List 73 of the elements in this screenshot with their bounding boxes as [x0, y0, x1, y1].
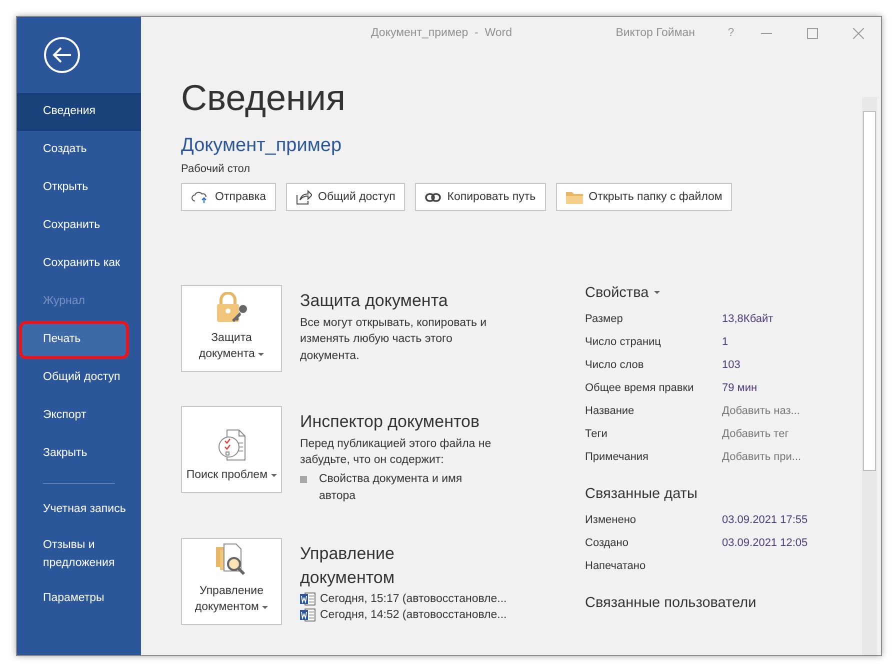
section-description: Все могут открывать, копировать и изменять любую часть этого документа.	[300, 316, 488, 364]
section-heading: Инспектор документов	[300, 411, 481, 433]
sidebar-item[interactable]: Параметры	[17, 581, 141, 618]
property-label: Примечания	[585, 450, 650, 462]
caret-icon	[270, 474, 277, 478]
sidebar-item[interactable]: Печать	[19, 321, 129, 359]
minimize-icon[interactable]	[760, 32, 772, 34]
document-location: Рабочий стол	[181, 163, 252, 175]
caret-icon	[262, 606, 268, 610]
date-label: Создано	[585, 536, 630, 548]
word-file-icon	[300, 592, 316, 606]
word-file-icon	[300, 608, 316, 622]
property-label: Общее время правки	[585, 382, 695, 394]
sidebar-item[interactable]: Учетная запись	[17, 492, 141, 528]
people-heading: Связанные пользователи	[585, 595, 756, 611]
property-label: Название	[585, 404, 636, 416]
sidebar-item[interactable]: Общий доступ	[17, 359, 141, 397]
bullet-icon	[300, 476, 307, 484]
section-description: Перед публикацией этого файла не забудьте, что он содержит:	[300, 436, 492, 468]
property-label: Теги	[585, 428, 608, 440]
property-value: 103	[722, 358, 742, 370]
share-icon	[296, 190, 312, 204]
property-value[interactable]: Добавить наз...	[722, 404, 857, 416]
sidebar-item[interactable]: Сохранить	[17, 207, 141, 245]
back-icon[interactable]	[43, 36, 81, 74]
date-value: 03.09.2021 17:55	[722, 514, 809, 526]
section-heading: Управление документом	[300, 543, 396, 590]
folder-icon	[566, 190, 583, 204]
sidebar-item[interactable]: Открыть	[17, 169, 141, 207]
sidebar-item[interactable]: Сведения	[17, 93, 141, 131]
sidebar-item[interactable]: Экспорт	[17, 397, 141, 435]
sidebar-item[interactable]: Создать	[17, 131, 141, 169]
property-value[interactable]: Добавить тег	[722, 428, 857, 440]
action-button[interactable]: Открыть папку с файлом	[556, 183, 732, 211]
caret-icon	[654, 291, 660, 295]
section-heading: Защита документа	[300, 290, 449, 312]
tile-button[interactable]: Поиск проблем	[181, 406, 282, 493]
date-label: Напечатано	[585, 560, 647, 572]
document-name: Документ_пример	[181, 135, 343, 157]
bullet-text: Свойства документа и имя автора	[319, 472, 464, 504]
sidebar-item[interactable]: Отзывы и предложения	[17, 528, 141, 582]
scrollbar[interactable]	[862, 97, 877, 655]
lock-key-icon	[214, 292, 248, 324]
page-title: Сведения	[181, 77, 346, 119]
tile-button[interactable]: Управление документом	[181, 538, 282, 626]
property-label: Размер	[585, 312, 624, 324]
caret-icon	[258, 352, 264, 357]
maximize-icon[interactable]	[806, 28, 818, 38]
property-value: 13,8Кбайт	[722, 312, 774, 324]
action-button[interactable]: Общий доступ	[286, 183, 406, 211]
property-label: Число страниц	[585, 336, 662, 348]
user-name: Виктор Гойман	[616, 27, 695, 39]
sidebar-item[interactable]: Закрыть	[17, 435, 141, 473]
property-value: 1	[722, 336, 730, 348]
window-title: Документ_пример - Word	[371, 27, 512, 39]
date-value: 03.09.2021 12:05	[722, 536, 809, 548]
sidebar-item[interactable]: Сохранить как	[17, 245, 141, 283]
dates-heading: Связанные даты	[585, 486, 698, 502]
tile-button[interactable]: Защита документа	[181, 285, 282, 372]
scrollbar-thumb[interactable]	[863, 111, 876, 471]
date-label: Изменено	[585, 514, 638, 526]
checklist-document-icon	[216, 428, 246, 461]
version-link[interactable]: Сегодня, 14:52 (автовосстановле...	[320, 609, 507, 622]
action-button[interactable]: Копировать путь	[415, 183, 546, 211]
property-value[interactable]: Добавить при...	[722, 450, 857, 462]
property-value: 79 мин	[722, 382, 758, 394]
cloud-upload-icon	[191, 190, 209, 204]
properties-heading[interactable]: Свойства	[585, 285, 649, 301]
property-label: Число слов	[585, 358, 645, 370]
version-link[interactable]: Сегодня, 15:17 (автовосстановле...	[320, 593, 507, 606]
link-icon	[425, 192, 442, 202]
close-icon[interactable]	[852, 28, 864, 38]
action-button[interactable]: Отправка	[181, 183, 276, 211]
